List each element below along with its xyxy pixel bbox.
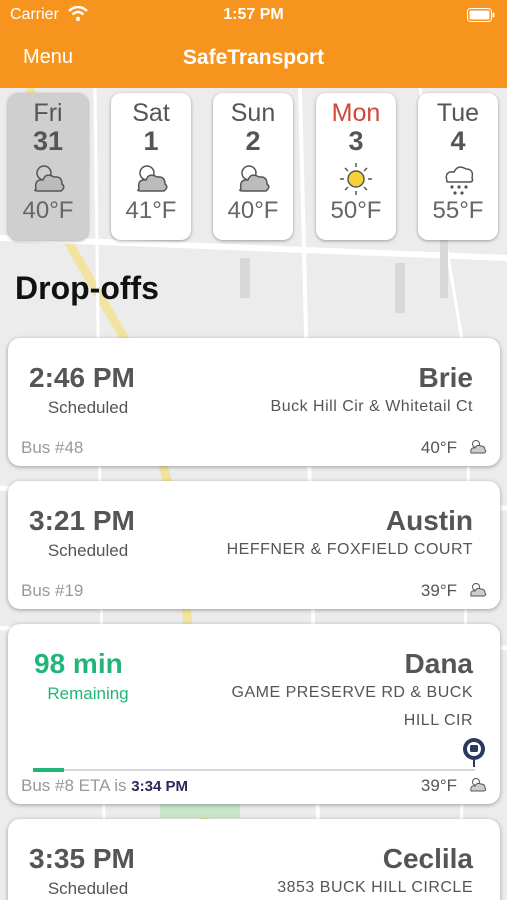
- sun-icon: [340, 163, 372, 195]
- student-name: Brie: [418, 362, 473, 393]
- weather-day: Sat: [132, 99, 170, 127]
- remaining-label: Remaining: [47, 684, 129, 703]
- section-title: Drop-offs: [15, 270, 159, 306]
- weather-card-sat[interactable]: Sat 1 41°F: [111, 93, 191, 240]
- dropoff-card[interactable]: 3:21 PM Scheduled Austin HEFFNER & FOXFI…: [8, 481, 500, 609]
- trip-progress-fill: [33, 768, 64, 772]
- weather-temp: 40°F: [22, 197, 74, 224]
- dropoff-card-active[interactable]: 98 min Remaining Dana GAME PRESERVE RD &…: [8, 624, 500, 804]
- student-name: Austin: [385, 505, 473, 536]
- weather-temp: 55°F: [432, 197, 484, 224]
- weather-card-sun[interactable]: Sun 2 40°F: [213, 93, 293, 240]
- dropoff-temp: 39°F: [420, 581, 457, 600]
- student-name: Dana: [404, 648, 473, 679]
- weather-card-fri[interactable]: Fri 31 40°F: [8, 93, 88, 240]
- dropoff-address: HEFFNER & FOXFIELD COURT: [226, 541, 473, 558]
- bus-eta-label: Bus #8 ETA is 3:34 PM: [21, 776, 188, 796]
- dropoff-time: 3:21 PM: [29, 505, 135, 536]
- bus-eta-word: is: [114, 776, 127, 795]
- weather-date: 4: [450, 126, 466, 156]
- dropoff-card[interactable]: 3:35 PM Scheduled Ceclila 3853 BUCK HILL…: [8, 819, 500, 900]
- bus-number: Bus #48: [21, 438, 84, 457]
- bus-location-icon: [463, 738, 485, 767]
- trip-progress-bar: [33, 768, 475, 772]
- dropoff-status: Scheduled: [47, 541, 129, 560]
- weather-temp: 40°F: [227, 197, 279, 224]
- remaining-minutes: 98 min: [34, 648, 123, 679]
- bus-eta-prefix: Bus #8 ETA: [21, 776, 110, 795]
- weather-date: 1: [143, 126, 159, 156]
- dropoff-address-line1: GAME PRESERVE RD & BUCK: [231, 684, 473, 701]
- dropoff-address-line2: HILL CIR: [403, 712, 473, 729]
- cloudy-icon: [137, 165, 168, 192]
- weather-day: Mon: [331, 99, 381, 127]
- student-name: Ceclila: [382, 843, 473, 874]
- app-title: SafeTransport: [182, 46, 325, 69]
- dropoff-temp: 39°F: [420, 776, 457, 795]
- weather-day: Fri: [33, 99, 63, 127]
- cloudy-icon: [470, 440, 487, 454]
- weather-temp: 41°F: [125, 197, 177, 224]
- dropoff-status: Scheduled: [47, 879, 129, 898]
- weather-day: Tue: [436, 99, 480, 127]
- dropoff-time: 2:46 PM: [29, 362, 135, 393]
- bus-number: Bus #19: [21, 581, 84, 600]
- cloudy-icon: [239, 165, 270, 192]
- eta-time: 3:34 PM: [131, 778, 188, 795]
- battery-icon: [467, 8, 495, 22]
- weather-date: 31: [32, 126, 64, 156]
- dropoff-address: Buck Hill Cir & Whitetail Ct: [270, 398, 473, 415]
- dropoff-address: 3853 BUCK HILL CIRCLE: [277, 879, 473, 896]
- dropoff-card[interactable]: 2:46 PM Scheduled Brie Buck Hill Cir & W…: [8, 338, 500, 466]
- dropoff-temp: 40°F: [420, 438, 457, 457]
- app-header: Carrier 1:57 PM Menu SafeTransport: [0, 0, 507, 88]
- weather-day: Sun: [230, 99, 276, 127]
- status-time: 1:57 PM: [223, 6, 284, 23]
- cloudy-icon: [470, 583, 487, 597]
- weather-card-tue[interactable]: Tue 4 55°F: [418, 93, 498, 240]
- cloudy-icon: [34, 165, 65, 192]
- weather-card-mon[interactable]: Mon 3 50°F: [316, 93, 396, 240]
- weather-temp: 50°F: [330, 197, 382, 224]
- weather-date: 3: [348, 126, 364, 156]
- dropoff-status: Scheduled: [47, 398, 129, 417]
- status-bar: Carrier 1:57 PM: [0, 0, 507, 30]
- dropoff-time: 3:35 PM: [29, 843, 135, 874]
- weather-date: 2: [245, 126, 261, 156]
- snow-icon: [445, 166, 474, 195]
- cloudy-icon: [470, 778, 487, 792]
- weather-forecast-row: Fri 31 40°F Sat 1 41°F Sun 2 40°F Mon 3: [0, 93, 507, 243]
